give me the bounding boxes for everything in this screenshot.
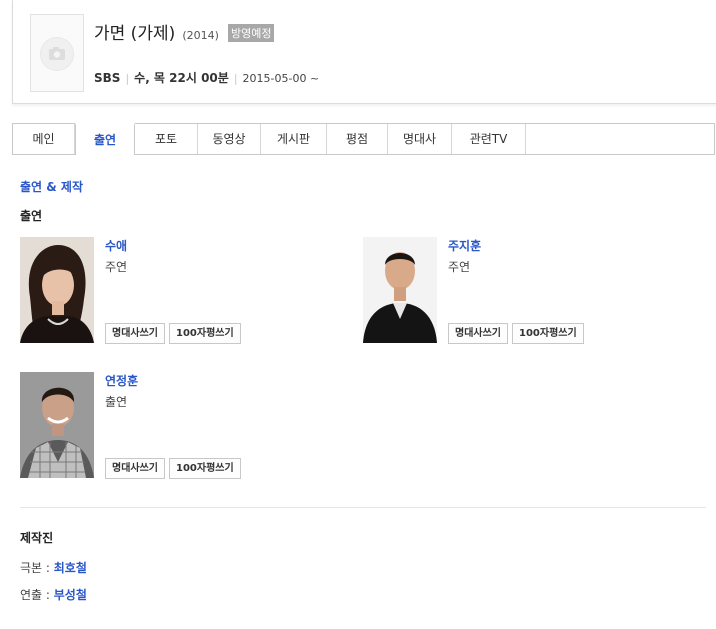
crew-row-writer: 극본 : 최호철 xyxy=(20,559,87,576)
cast-photo[interactable] xyxy=(20,237,94,343)
write-review-button[interactable]: 100자평쓰기 xyxy=(169,458,241,479)
crew-title: 제작진 xyxy=(20,531,54,545)
write-quote-button[interactable]: 명대사쓰기 xyxy=(105,323,165,344)
poster-placeholder xyxy=(30,14,84,92)
tab-related-tv[interactable]: 관련TV xyxy=(452,124,526,154)
crew-label: 연출 : xyxy=(20,588,54,602)
channel-name: SBS xyxy=(94,71,121,85)
crew-row-director: 연출 : 부성철 xyxy=(20,586,87,603)
tab-photo[interactable]: 포토 xyxy=(135,124,198,154)
section-divider xyxy=(20,507,706,508)
schedule-text: 수, 목 22시 00분 xyxy=(134,71,229,85)
program-header: 가면 (가제) (2014) 방영예정 SBS | 수, 목 22시 00분 | 201… xyxy=(12,0,716,104)
cast-name[interactable]: 주지훈 xyxy=(448,237,481,254)
crew-name[interactable]: 부성철 xyxy=(54,588,87,602)
cast-role: 주연 xyxy=(448,260,471,274)
cast-actions: 명대사쓰기 100자평쓰기 xyxy=(105,323,241,344)
cast-photo[interactable] xyxy=(363,237,437,343)
crew-name[interactable]: 최호철 xyxy=(54,561,87,575)
separator: | xyxy=(125,72,130,85)
program-year: (2014) xyxy=(182,29,219,42)
write-quote-button[interactable]: 명대사쓰기 xyxy=(448,323,508,344)
write-review-button[interactable]: 100자평쓰기 xyxy=(169,323,241,344)
cast-name[interactable]: 연정훈 xyxy=(105,372,138,389)
separator: | xyxy=(233,72,238,85)
cast-photo[interactable] xyxy=(20,372,94,478)
camera-icon xyxy=(40,37,74,71)
crew-label: 극본 : xyxy=(20,561,54,575)
write-review-button[interactable]: 100자평쓰기 xyxy=(512,323,584,344)
status-badge: 방영예정 xyxy=(228,24,275,42)
cast-actions: 명대사쓰기 100자평쓰기 xyxy=(105,458,241,479)
cast-title: 출연 xyxy=(20,209,43,223)
broadcast-info: SBS | 수, 목 22시 00분 | 2015-05-00 ~ xyxy=(94,69,319,86)
tab-rating[interactable]: 평점 xyxy=(327,124,388,154)
tab-board[interactable]: 게시판 xyxy=(261,124,327,154)
tab-main[interactable]: 메인 xyxy=(13,124,75,154)
program-title: 가면 (가제) xyxy=(94,24,176,44)
cast-role: 주연 xyxy=(105,260,128,274)
cast-role: 출연 xyxy=(105,395,128,409)
tab-cast[interactable]: 출연 xyxy=(75,123,135,155)
cast-card: 연정훈 출연 명대사쓰기 100자평쓰기 xyxy=(20,372,350,480)
title-row: 가면 (가제) (2014) 방영예정 xyxy=(94,19,275,44)
cast-card: 수애 주연 명대사쓰기 100자평쓰기 xyxy=(20,237,350,345)
tab-quotes[interactable]: 명대사 xyxy=(388,124,452,154)
section-title: 출연 & 제작 xyxy=(20,180,83,194)
cast-card: 주지훈 주연 명대사쓰기 100자평쓰기 xyxy=(363,237,703,345)
cast-actions: 명대사쓰기 100자평쓰기 xyxy=(448,323,584,344)
cast-name[interactable]: 수애 xyxy=(105,237,127,254)
tab-video[interactable]: 동영상 xyxy=(198,124,261,154)
air-date: 2015-05-00 ~ xyxy=(242,72,320,85)
write-quote-button[interactable]: 명대사쓰기 xyxy=(105,458,165,479)
tab-bar: 메인 출연 포토 동영상 게시판 평점 명대사 관련TV xyxy=(12,123,715,155)
